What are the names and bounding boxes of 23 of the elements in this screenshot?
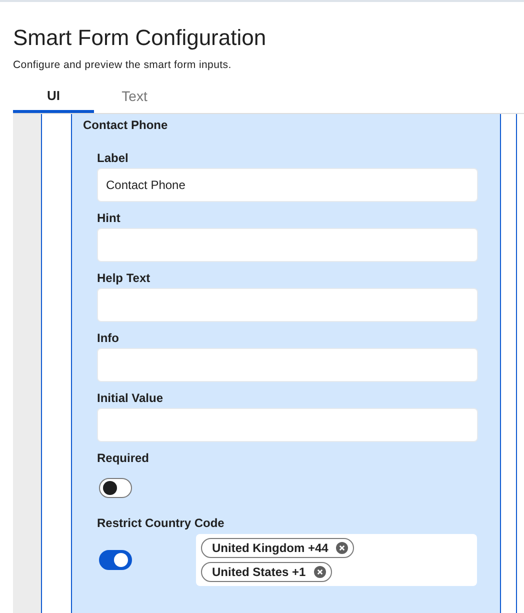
input-field[interactable] (97, 228, 478, 262)
input-field[interactable]: Contact Phone (97, 168, 478, 202)
toggle-switch[interactable] (99, 478, 132, 498)
toggle-switch[interactable] (99, 550, 132, 570)
chip-label: United States +1 (212, 565, 306, 579)
field-label: Initial Value (97, 391, 164, 405)
input-field[interactable] (97, 408, 478, 442)
tab[interactable]: Text (94, 81, 175, 113)
page-title: Smart Form Configuration (12, 24, 268, 51)
remove-icon[interactable] (336, 542, 348, 554)
input-field[interactable] (97, 348, 478, 382)
chip-label: United Kingdom +44 (212, 541, 328, 555)
field-label: Info (97, 331, 120, 345)
remove-icon[interactable] (314, 566, 326, 578)
field-label: Required (97, 451, 150, 465)
page-subtitle: Configure and preview the smart form inputs. (13, 59, 232, 71)
field-label: Hint (97, 211, 122, 225)
field-label: Restrict Country Code (97, 516, 226, 530)
panel-title: Contact Phone (83, 118, 169, 134)
input-field[interactable] (97, 288, 478, 322)
chip-input-field[interactable]: United Kingdom +44 United States +1 (196, 534, 477, 586)
field-label: Help Text (97, 271, 152, 285)
field-label: Label (97, 151, 130, 165)
